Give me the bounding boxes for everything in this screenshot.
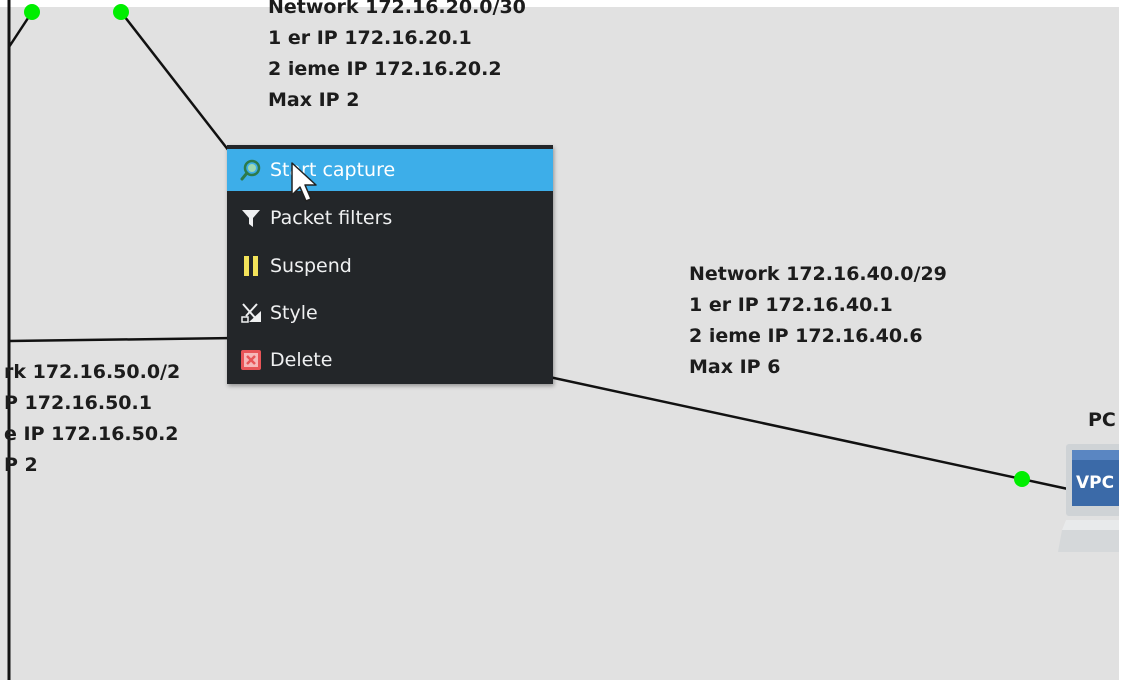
- menu-item-label: Suspend: [270, 255, 352, 277]
- network-line: P 172.16.50.1: [4, 392, 152, 414]
- link-endpoint[interactable]: [24, 4, 40, 20]
- device-label: PC: [1088, 409, 1116, 431]
- network-line: Network 172.16.20.0/30: [268, 0, 526, 18]
- network-line: Max IP 6: [689, 356, 781, 378]
- topology-links: [7, 0, 1069, 682]
- network-line: 1 er IP 172.16.40.1: [689, 294, 893, 316]
- network-line: 2 ieme IP 172.16.20.2: [268, 58, 502, 80]
- filter-icon: [240, 207, 262, 229]
- menu-item-label: Packet filters: [270, 207, 393, 229]
- capture-icon: [240, 159, 262, 181]
- network-line: Network 172.16.40.0/29: [689, 263, 947, 285]
- delete-icon: [240, 349, 262, 371]
- network-label-50: rk 172.16.50.0/2 P 172.16.50.1 e IP 172.…: [4, 357, 180, 481]
- vpc-node-icon[interactable]: VPC: [1058, 444, 1121, 554]
- menu-item-label: Style: [270, 302, 318, 324]
- link-net-20[interactable]: [120, 11, 237, 161]
- menu-item-label: Delete: [270, 349, 333, 371]
- menu-item-start-capture[interactable]: Start capture: [227, 149, 553, 191]
- style-icon: [240, 302, 262, 324]
- menu-item-delete[interactable]: Delete: [227, 339, 553, 381]
- network-line: e IP 172.16.50.2: [4, 423, 179, 445]
- link-net-40[interactable]: [539, 373, 1069, 491]
- network-line: P 2: [4, 454, 38, 476]
- menu-item-suspend[interactable]: Suspend: [227, 245, 553, 287]
- link-endpoint[interactable]: [113, 4, 129, 20]
- link-net-50[interactable]: [8, 336, 237, 343]
- vpc-screen-text: VPC: [1076, 473, 1114, 493]
- mouse-cursor-icon: [291, 162, 317, 202]
- link-context-menu: Start capture Packet filters Suspend Sty…: [227, 145, 553, 384]
- menu-item-style[interactable]: Style: [227, 292, 553, 334]
- menu-item-packet-filters[interactable]: Packet filters: [227, 197, 553, 239]
- network-label-20: Network 172.16.20.0/30 1 er IP 172.16.20…: [268, 0, 526, 116]
- menu-item-label: Start capture: [270, 159, 396, 181]
- network-line: 2 ieme IP 172.16.40.6: [689, 325, 923, 347]
- link-endpoint[interactable]: [1014, 471, 1030, 487]
- network-line: 1 er IP 172.16.20.1: [268, 27, 472, 49]
- topology-canvas[interactable]: Network 172.16.20.0/30 1 er IP 172.16.20…: [0, 0, 1121, 682]
- network-line: rk 172.16.50.0/2: [4, 361, 181, 383]
- pause-icon: [240, 255, 262, 277]
- network-line: Max IP 2: [268, 89, 360, 111]
- network-label-40: Network 172.16.40.0/29 1 er IP 172.16.40…: [689, 259, 947, 383]
